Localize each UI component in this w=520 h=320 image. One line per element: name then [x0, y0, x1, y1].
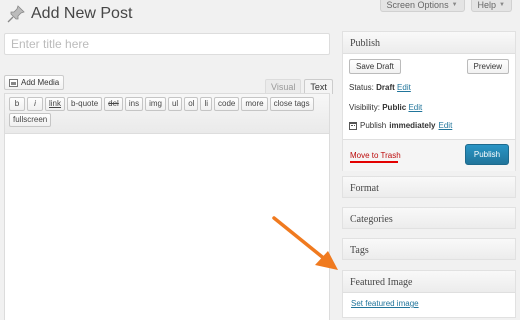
format-box: Format	[342, 176, 516, 198]
post-title-input[interactable]: Enter title here	[4, 33, 330, 55]
edit-schedule-link[interactable]: Edit	[439, 121, 453, 131]
publish-schedule: Publish immediately Edit	[343, 121, 452, 131]
featured-image-box-title[interactable]: Featured Image	[343, 271, 515, 293]
tags-box: Tags	[342, 238, 516, 260]
publish-actions: Move to Trash Publish	[343, 139, 515, 171]
quicktag-ins-button[interactable]: ins	[124, 97, 144, 111]
quicktag-li-button[interactable]: li	[200, 97, 212, 111]
tab-text[interactable]: Text	[304, 79, 333, 94]
chevron-down-icon: ▼	[499, 2, 505, 8]
format-box-title[interactable]: Format	[343, 177, 515, 197]
add-media-label: Add Media	[21, 78, 60, 87]
screen-meta-links: Screen Options ▼ Help ▼	[379, 0, 512, 12]
edit-visibility-link[interactable]: Edit	[408, 103, 422, 112]
quicktag-ol-button[interactable]: ol	[184, 97, 199, 111]
quicktag-img-button[interactable]: img	[145, 97, 166, 111]
publish-box: Publish Save Draft Preview Status: Draft…	[342, 31, 516, 171]
quicktag-blockquote-button[interactable]: b-quote	[67, 97, 103, 111]
calendar-icon	[349, 122, 357, 130]
preview-button[interactable]: Preview	[466, 59, 509, 74]
editor-tabs: Visual Text	[265, 79, 333, 94]
help-tab[interactable]: Help ▼	[470, 0, 512, 12]
publish-time-value: immediately	[389, 121, 436, 130]
categories-box-title[interactable]: Categories	[343, 208, 515, 228]
edit-status-link[interactable]: Edit	[397, 83, 411, 92]
save-draft-button[interactable]: Save Draft	[349, 59, 401, 74]
page-title: Add New Post	[31, 5, 133, 22]
quicktag-link-button[interactable]: link	[45, 97, 66, 111]
publish-button[interactable]: Publish	[465, 144, 509, 165]
move-to-trash-link[interactable]: Move to Trash	[350, 151, 401, 160]
status-value: Draft	[376, 83, 395, 92]
page-header: Add New Post	[6, 4, 132, 24]
set-featured-image-link[interactable]: Set featured image	[343, 293, 515, 308]
add-media-button[interactable]: Add Media	[4, 75, 65, 90]
publish-box-title[interactable]: Publish	[343, 32, 515, 54]
quicktag-bold-button[interactable]: b	[9, 97, 25, 111]
status-label: Status:	[349, 83, 374, 92]
post-visibility: Visibility: Public Edit	[343, 103, 422, 113]
help-label: Help	[477, 0, 497, 10]
post-title-placeholder: Enter title here	[11, 37, 90, 51]
quicktag-ul-button[interactable]: ul	[167, 97, 183, 111]
tab-visual[interactable]: Visual	[265, 79, 302, 94]
quicktag-more-button[interactable]: more	[241, 97, 268, 111]
quicktag-code-button[interactable]: code	[214, 97, 240, 111]
chevron-down-icon: ▼	[451, 2, 458, 8]
featured-image-box: Featured Image Set featured image	[342, 270, 516, 318]
media-icon	[9, 78, 18, 87]
annotation-arrow-icon	[272, 216, 338, 270]
pushpin-icon	[7, 5, 25, 23]
post-status: Status: Draft Edit	[343, 83, 411, 93]
categories-box: Categories	[342, 207, 516, 229]
quicktags-toolbar: b i link b-quote del ins img ul ol li co…	[5, 94, 329, 134]
quicktag-fullscreen-button[interactable]: fullscreen	[9, 113, 52, 127]
screen-options-tab[interactable]: Screen Options ▼	[379, 0, 465, 12]
visibility-label: Visibility:	[349, 103, 380, 112]
publish-label: Publish	[360, 121, 387, 130]
tags-box-title[interactable]: Tags	[343, 239, 515, 259]
visibility-value: Public	[382, 103, 407, 112]
trash-annotation-underline	[350, 161, 398, 163]
quicktag-del-button[interactable]: del	[104, 97, 123, 111]
screen-options-label: Screen Options	[386, 0, 449, 10]
content-editor: b i link b-quote del ins img ul ol li co…	[4, 93, 330, 320]
quicktag-close-tags-button[interactable]: close tags	[269, 97, 314, 111]
quicktag-italic-button[interactable]: i	[27, 97, 43, 111]
